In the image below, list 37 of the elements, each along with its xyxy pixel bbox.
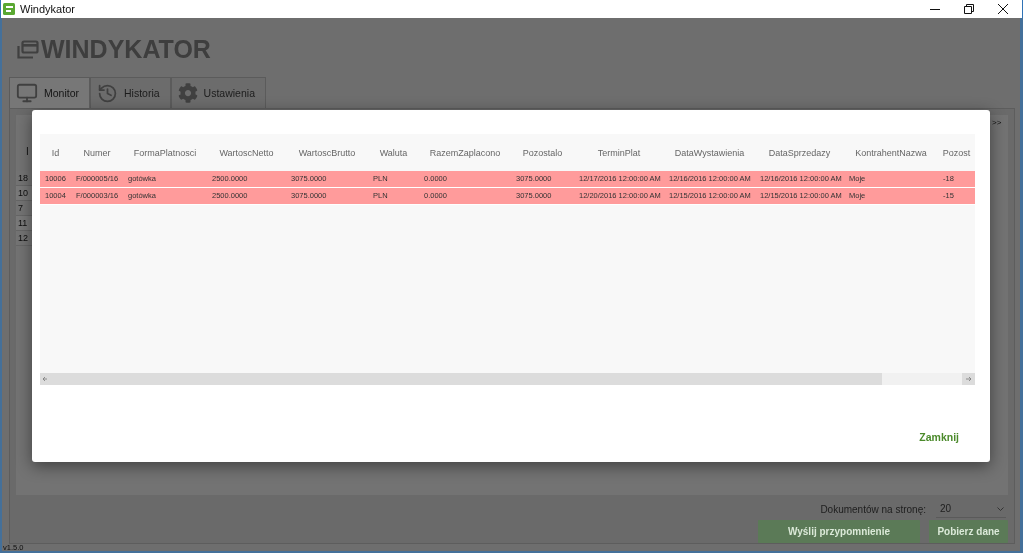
caret-icon bbox=[997, 506, 1004, 511]
column-header: Pozost bbox=[941, 147, 972, 158]
tab[interactable]: Historia bbox=[90, 77, 171, 108]
column-header: RazemZaplacono bbox=[428, 147, 502, 158]
page-size-dropdown[interactable]: 20 bbox=[936, 500, 1006, 518]
window-title: Windykator bbox=[20, 3, 76, 15]
column-header: TerminPlat bbox=[596, 147, 642, 158]
table-cell: 11 bbox=[16, 216, 32, 231]
column-header: DataWystawienia bbox=[673, 147, 746, 158]
right-arrow-icon[interactable] bbox=[962, 373, 975, 385]
close-icon[interactable] bbox=[998, 4, 1008, 14]
app-logo-icon bbox=[3, 3, 15, 15]
gear-icon bbox=[177, 83, 198, 103]
column-header: FormaPlatnosci bbox=[132, 147, 198, 158]
logo-icon bbox=[17, 40, 39, 59]
close-button[interactable]: Zamknij bbox=[909, 425, 969, 449]
column-header: WartoscNetto bbox=[218, 147, 275, 158]
column-header: Waluta bbox=[378, 147, 409, 158]
column-header: I bbox=[25, 145, 30, 159]
column-header: Pozostalo bbox=[521, 147, 564, 158]
restore-icon[interactable] bbox=[964, 4, 974, 14]
page-size-label: Dokumentów na stronę: bbox=[820, 503, 926, 515]
tab[interactable]: Ustawienia bbox=[170, 77, 266, 108]
left-arrow-icon[interactable] bbox=[40, 373, 50, 385]
column-header: KontrahentNazwa bbox=[854, 147, 928, 158]
minimize-icon[interactable] bbox=[930, 8, 940, 10]
tab[interactable]: Monitor bbox=[9, 77, 90, 108]
action-button[interactable]: Wyślij przypomnienie bbox=[758, 520, 920, 543]
column-header: Id bbox=[50, 147, 61, 158]
column-header: DataSprzedazy bbox=[767, 147, 832, 158]
table-cell: 10 bbox=[16, 186, 32, 201]
action-button[interactable]: Pobierz dane bbox=[929, 520, 1008, 543]
monitor-icon bbox=[16, 82, 38, 104]
history-icon bbox=[97, 82, 118, 104]
column-header: WartoscBrutto bbox=[297, 147, 357, 158]
expand-button[interactable]: >> bbox=[990, 115, 1008, 129]
column-header: Numer bbox=[82, 147, 112, 158]
